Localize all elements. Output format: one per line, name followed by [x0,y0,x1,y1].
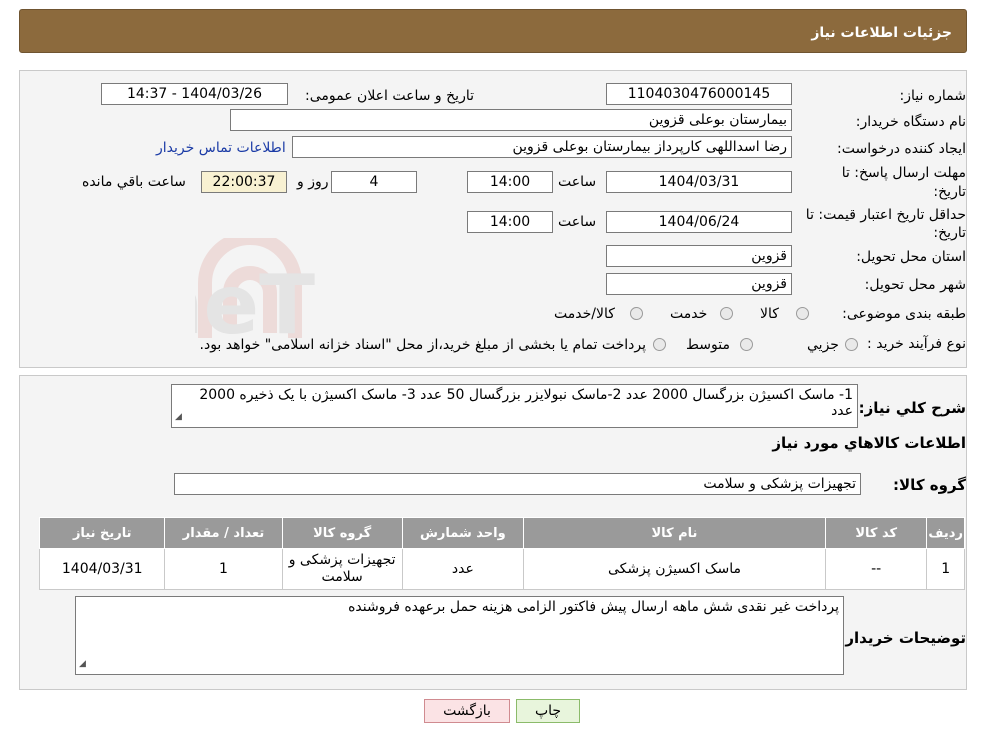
page-title: جزئیات اطلاعات نیاز [811,25,952,41]
summary-text: 1- ماسک اکسیژن بزرگسال 2000 عدد 2-ماسک ن… [171,384,858,428]
announce-field: 1404/03/26 - 14:37 [101,83,288,105]
creator-field: رضا اسداللهی کارپرداز بیمارستان بوعلی قز… [292,136,792,158]
process-radio-minor[interactable] [845,338,858,351]
contact-info-link[interactable]: اطلاعات تماس خریدار [156,140,286,156]
cell-code: -- [824,548,928,590]
days-label: روز و [297,174,329,190]
deadline-label-line2: تاریخ: [933,184,966,200]
page-title-bar: جزئیات اطلاعات نیاز [19,9,967,53]
deadline-label-line1: مهلت ارسال پاسخ: تا [841,165,966,181]
city-label: شهر محل تحویل: [864,277,966,293]
goods-group-field: تجهیزات پزشکی و سلامت [174,473,861,495]
col-date-header: تاریخ نیاز [38,517,166,549]
buyer-notes-label: توضیحات خریدار: [839,629,966,647]
buyer-field: بیمارستان بوعلی قزوین [230,109,792,131]
goods-heading: اطلاعات کالاهاي مورد نیاز [772,434,966,452]
process-checkbox-treasury[interactable] [653,338,666,351]
city-field: قزوین [606,273,792,295]
category-radio-service[interactable] [720,307,733,320]
deadline-time-label: ساعت [558,174,597,190]
validity-label-line2: تاریخ: [933,225,966,241]
col-name-header: نام کالا [522,517,827,549]
validity-date-field: 1404/06/24 [606,211,792,233]
days-remaining-field: 4 [331,171,417,193]
announce-label: تاریخ و ساعت اعلان عمومی: [305,88,474,104]
process-radio-medium[interactable] [740,338,753,351]
col-row-header: ردیف [926,517,965,549]
col-code-header: کد کالا [824,517,928,549]
col-unit-header: واحد شمارش [401,517,524,549]
print-button[interactable]: چاپ [516,699,580,723]
category-option-service: خدمت [670,306,708,322]
buyer-notes-text: پرداخت غیر نقدی شش ماهه ارسال پیش فاکتور… [75,596,844,675]
goods-table: ردیف کد کالا نام کالا واحد شمارش گروه کا… [38,517,965,590]
deadline-time-field: 14:00 [467,171,553,193]
resize-grip-icon[interactable]: ◢ [175,409,182,425]
process-option-medium: متوسط [686,337,730,353]
col-qty-header: تعداد / مقدار [164,517,283,549]
cell-name: ماسک اکسیژن پزشکی [522,548,827,590]
resize-grip-icon[interactable]: ◢ [79,656,86,672]
table-header-row: ردیف کد کالا نام کالا واحد شمارش گروه کا… [38,517,965,549]
remaining-time-field: 22:00:37 [201,171,287,193]
table-row: 1 -- ماسک اکسیژن پزشکی عدد تجهیزات پزشکی… [38,548,965,590]
need-number-label: شماره نیاز: [899,88,967,104]
validity-label-line1: حداقل تاریخ اعتبار قیمت: تا [805,207,966,223]
cell-row: 1 [926,548,965,590]
category-radio-goods[interactable] [796,307,809,320]
validity-time-label: ساعت [558,214,597,230]
category-label: طبقه بندی موضوعی: [842,306,966,322]
process-label: نوع فرآیند خرید : [867,336,966,352]
summary-label: شرح کلي نیاز: [858,399,966,417]
province-field: قزوین [606,245,792,267]
process-note: پرداخت تمام یا بخشی از مبلغ خرید،از محل … [199,337,646,353]
cell-unit: عدد [401,548,524,590]
category-radio-goods-service[interactable] [630,307,643,320]
back-button[interactable]: بازگشت [424,699,510,723]
category-option-goods: کالا [760,306,779,322]
goods-group-label: گروه کالا: [893,476,966,494]
cell-qty: 1 [164,548,283,590]
cell-group: تجهیزات پزشکی و سلامت [281,548,403,590]
category-option-goods-service: کالا/خدمت [554,306,615,322]
col-group-header: گروه کالا [281,517,403,549]
creator-label: ایجاد کننده درخواست: [837,141,966,157]
remaining-time-label: ساعت باقي مانده [82,174,186,190]
need-number-field: 1104030476000145 [606,83,792,105]
province-label: استان محل تحویل: [856,249,966,265]
validity-time-field: 14:00 [467,211,553,233]
deadline-date-field: 1404/03/31 [606,171,792,193]
process-option-minor: جزیي [807,337,839,353]
buyer-label: نام دستگاه خریدار: [855,114,966,130]
cell-date: 1404/03/31 [38,548,166,590]
